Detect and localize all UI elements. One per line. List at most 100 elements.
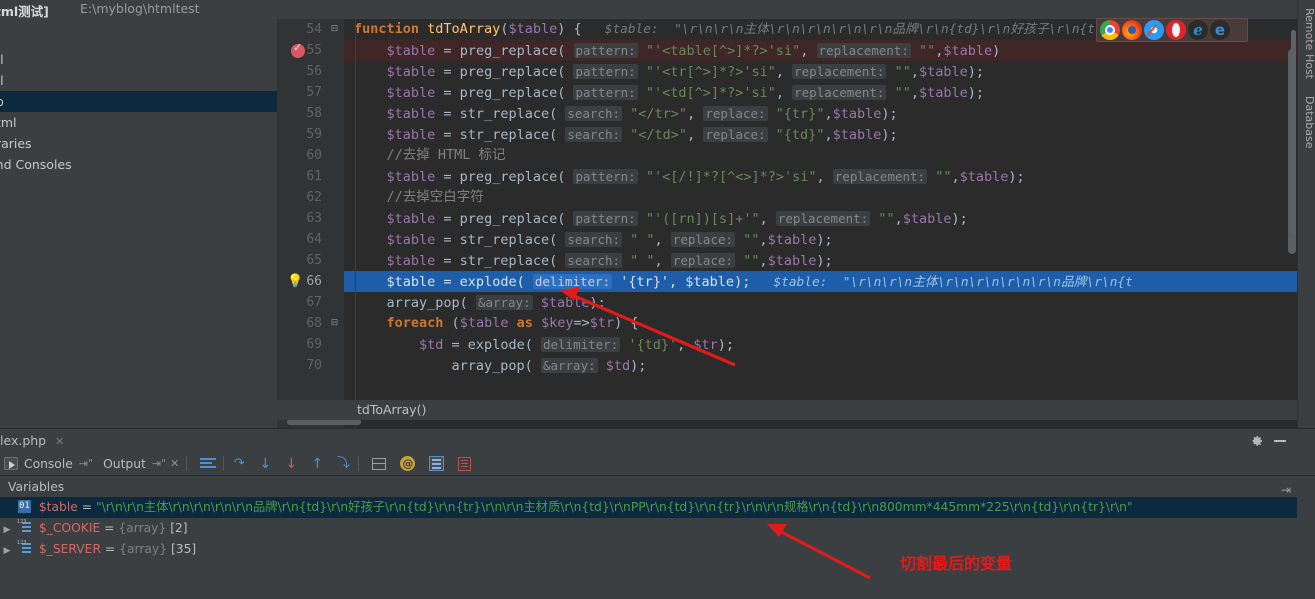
code-editor[interactable]: 54 ⊟ 555657585960616263646566💡6768 ⊟ 6970 fu… bbox=[277, 19, 1297, 428]
tree-item-3[interactable]: html bbox=[0, 112, 277, 133]
stripe-button-database[interactable]: Database bbox=[1298, 92, 1315, 149]
code-token-var: $td bbox=[419, 337, 444, 353]
tree-item-4[interactable]: braries bbox=[0, 133, 277, 154]
code-text-area[interactable]: function tdToArray($table) { $table: "\r… bbox=[344, 19, 1297, 428]
run-to-cursor-icon[interactable]: ⤵ bbox=[335, 456, 351, 472]
pin-icon[interactable]: ⇥" bbox=[152, 457, 166, 470]
tree-item-2-selected[interactable]: hp bbox=[0, 91, 277, 112]
breadcrumb[interactable]: tdToArray() bbox=[277, 400, 1297, 420]
variable-row-cookie[interactable]: ▶ $_COOKIE = {array} [2] bbox=[0, 518, 1297, 539]
gutter-line-number[interactable]: 67 bbox=[306, 292, 322, 313]
code-line[interactable]: foreach ($table as $key=>$tr) { bbox=[344, 313, 1297, 334]
file-tab-label: lex.php bbox=[0, 433, 47, 448]
breakpoint-icon[interactable] bbox=[291, 41, 305, 58]
internet-explorer-icon[interactable]: e bbox=[1188, 20, 1208, 40]
stripe-button-remote-host[interactable]: Remote Host bbox=[1298, 4, 1315, 79]
variable-type: {array} bbox=[118, 521, 167, 535]
code-line[interactable]: $table = preg_replace( pattern: "'<td[^>… bbox=[344, 82, 1297, 103]
code-token-punc: , bbox=[910, 64, 919, 80]
tree-item-0[interactable]: ml bbox=[0, 49, 277, 70]
gutter-line-number[interactable]: 60 bbox=[306, 145, 322, 166]
gutter-line-number[interactable]: 63 bbox=[306, 208, 322, 229]
code-line[interactable]: $table = str_replace( search: "</tr>", r… bbox=[344, 103, 1297, 124]
code-token-punc: , bbox=[759, 253, 768, 269]
expand-toggle[interactable]: ▶ bbox=[0, 541, 14, 562]
gutter-line-number[interactable]: 55 bbox=[306, 40, 322, 61]
step-into-icon[interactable]: ↓ bbox=[257, 456, 273, 472]
code-line[interactable]: array_pop( &array: $table); bbox=[344, 292, 1297, 313]
minimize-icon[interactable] bbox=[1274, 440, 1286, 442]
code-line[interactable]: $table = str_replace( search: "</td>", r… bbox=[344, 124, 1297, 145]
code-line[interactable]: $td = explode( delimiter: '{td}', $tr); bbox=[344, 334, 1297, 355]
code-line[interactable]: $table = explode( delimiter: '{tr}', $ta… bbox=[344, 271, 1297, 292]
variables-list[interactable]: 01 $table = "\r\n\r\n主体\r\n\r\n\r\n\r\n品… bbox=[0, 497, 1315, 599]
show-execution-point-icon[interactable] bbox=[200, 457, 217, 470]
code-line[interactable]: array_pop( &array: $td); bbox=[344, 355, 1297, 376]
code-token-hintp: replace: bbox=[670, 232, 736, 247]
project-tool-window[interactable]: ml ml hp html braries and Consoles bbox=[0, 19, 277, 428]
code-fold-icon[interactable]: ⊟ bbox=[329, 313, 340, 334]
gutter-line-number[interactable]: 68 bbox=[306, 313, 322, 334]
gutter-line-number[interactable]: 70 bbox=[306, 355, 322, 376]
evaluate-expression-icon[interactable] bbox=[372, 457, 387, 470]
console-tab[interactable]: Console ⇥" bbox=[0, 452, 93, 475]
watch-icon[interactable]: @ bbox=[400, 456, 416, 471]
code-line[interactable]: $table = preg_replace( pattern: "'<table… bbox=[344, 40, 1297, 61]
code-token-var: $table bbox=[386, 169, 436, 185]
gutter-line-number[interactable]: 56 bbox=[306, 61, 322, 82]
force-step-into-icon[interactable]: ↓ bbox=[283, 456, 299, 472]
code-line[interactable]: $table = preg_replace( pattern: "'<tr[^>… bbox=[344, 61, 1297, 82]
code-token-punc: , bbox=[894, 211, 903, 227]
variables-header: Variables ⇥ bbox=[0, 475, 1315, 497]
copy-icon[interactable] bbox=[458, 456, 472, 471]
output-label: Output bbox=[103, 456, 146, 471]
code-line[interactable]: //去掉空白字符 bbox=[344, 187, 1297, 208]
editor-scroll-thumb[interactable] bbox=[1291, 30, 1296, 235]
tree-item-label: braries bbox=[0, 136, 32, 151]
close-icon[interactable]: ✕ bbox=[55, 435, 64, 448]
chrome-icon[interactable] bbox=[1100, 20, 1120, 40]
close-icon[interactable]: ✕ bbox=[170, 457, 179, 470]
tree-item-5[interactable]: and Consoles bbox=[0, 154, 277, 175]
gutter-line-number[interactable]: 54 bbox=[306, 19, 322, 40]
gutter-line-number[interactable]: 65 bbox=[306, 250, 322, 271]
code-token-str: "" bbox=[886, 64, 911, 80]
browser-launch-bar[interactable]: e e bbox=[1096, 18, 1248, 42]
variable-row-table[interactable]: 01 $table = "\r\n\r\n主体\r\n\r\n\r\n\r\n品… bbox=[0, 497, 1297, 518]
editor-gutter[interactable]: 54 ⊟ 555657585960616263646566💡6768 ⊟ 6970 bbox=[277, 19, 344, 428]
expand-toggle[interactable]: ▶ bbox=[0, 520, 14, 541]
tree-item-1[interactable]: ml bbox=[0, 70, 277, 91]
variables-view-icon[interactable] bbox=[429, 456, 445, 471]
gutter-line-number[interactable]: 69 bbox=[306, 334, 322, 355]
safari-icon[interactable] bbox=[1144, 20, 1164, 40]
code-line[interactable]: $table = str_replace( search: " ", repla… bbox=[344, 229, 1297, 250]
pin-icon[interactable]: ⇥" bbox=[79, 457, 93, 470]
intention-bulb-icon[interactable]: 💡 bbox=[287, 271, 303, 292]
opera-icon[interactable] bbox=[1166, 20, 1186, 40]
gutter-line-number[interactable]: 58 bbox=[306, 103, 322, 124]
file-tab-index-php[interactable]: lex.php ✕ bbox=[0, 429, 74, 453]
firefox-icon[interactable] bbox=[1122, 20, 1142, 40]
gutter-line-number[interactable]: 61 bbox=[306, 166, 322, 187]
gear-icon[interactable] bbox=[1248, 433, 1264, 449]
output-tab[interactable]: Output ⇥" bbox=[93, 452, 166, 475]
code-token-str: "" bbox=[910, 43, 936, 59]
gutter-line-number[interactable]: 62 bbox=[306, 187, 322, 208]
edge-icon[interactable]: e bbox=[1210, 20, 1230, 40]
code-token-str: "'<td[^>]*?>'si" bbox=[637, 85, 776, 101]
gutter-line-number[interactable]: 64 bbox=[306, 229, 322, 250]
step-out-icon[interactable]: ↑ bbox=[309, 456, 325, 472]
code-line[interactable]: $table = preg_replace( pattern: "'<[/!]*… bbox=[344, 166, 1297, 187]
gutter-line-number[interactable]: 66 bbox=[306, 271, 322, 292]
code-line[interactable]: //去掉 HTML 标记 bbox=[344, 145, 1297, 166]
gutter-line-number[interactable]: 59 bbox=[306, 124, 322, 145]
variable-row-server[interactable]: ▶ $_SERVER = {array} [35] bbox=[0, 539, 1297, 560]
code-token-var: $td bbox=[597, 358, 631, 374]
code-line[interactable]: $table = preg_replace( pattern: "'([rn])… bbox=[344, 208, 1297, 229]
code-line[interactable]: $table = str_replace( search: " ", repla… bbox=[344, 250, 1297, 271]
code-fold-icon[interactable]: ⊟ bbox=[329, 19, 340, 40]
step-over-icon[interactable]: ↷ bbox=[231, 456, 247, 472]
code-token-punc: , bbox=[687, 127, 704, 143]
gutter-line-number[interactable]: 57 bbox=[306, 82, 322, 103]
code-token-var: $table bbox=[767, 232, 817, 248]
